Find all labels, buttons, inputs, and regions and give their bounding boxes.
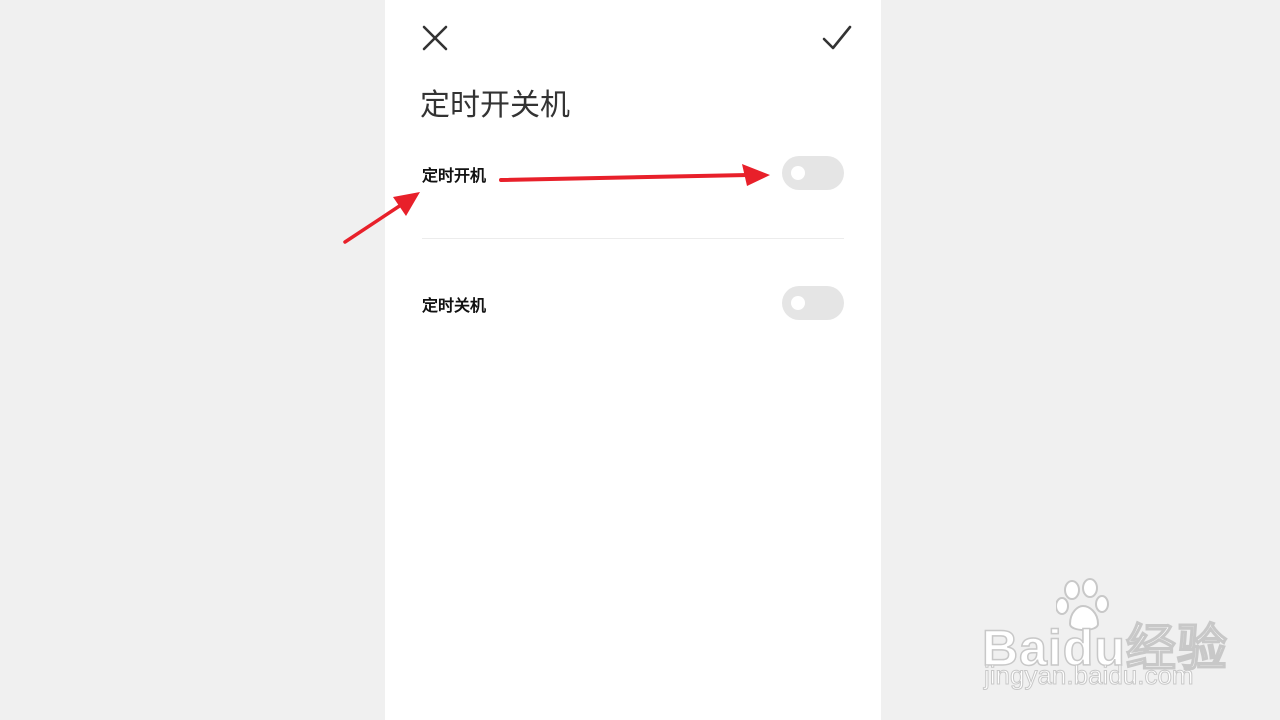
close-icon[interactable] xyxy=(417,20,453,56)
toggle-knob xyxy=(791,166,805,180)
toggle-knob xyxy=(791,296,805,310)
watermark-url: jingyan.baidu.com xyxy=(984,660,1195,691)
scheduled-power-off-toggle[interactable] xyxy=(782,286,844,320)
scheduled-power-on-row: 定时开机 xyxy=(422,154,845,194)
baidu-jingyan-watermark: Baidu经验 jingyan.baidu.com xyxy=(980,578,1228,698)
scheduled-power-off-row: 定时关机 xyxy=(422,284,845,324)
page-title: 定时开关机 xyxy=(420,88,570,123)
scheduled-power-on-toggle[interactable] xyxy=(782,156,844,190)
divider xyxy=(422,238,844,239)
scheduled-power-off-label: 定时关机 xyxy=(422,296,487,315)
checkmark-icon[interactable] xyxy=(819,20,855,56)
settings-panel: 定时开关机 定时开机 定时关机 xyxy=(385,0,881,720)
scheduled-power-on-label: 定时开机 xyxy=(422,166,487,185)
